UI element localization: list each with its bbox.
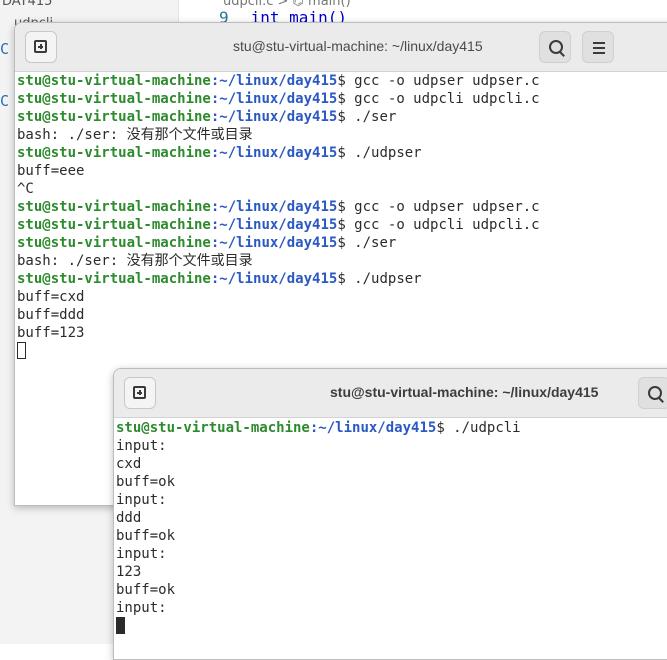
output-line: bash: ./ser: 没有那个文件或目录 [17, 126, 667, 144]
terminal-titlebar[interactable]: stu@stu-virtual-machine: ~/linux/day415 [15, 23, 667, 72]
prompt-line: stu@stu-virtual-machine:~/linux/day415$ … [17, 198, 667, 216]
output-text: cxd [116, 456, 142, 472]
output-line: ^C [17, 180, 667, 198]
text-cursor [17, 342, 26, 359]
output-text: input: [116, 546, 167, 562]
output-line: ddd [116, 509, 667, 527]
terminal-output[interactable]: stu@stu-virtual-machine:~/linux/day415$ … [116, 419, 667, 635]
output-text: buff=cxd [17, 289, 85, 305]
output-line: input: [116, 491, 667, 509]
output-text: bash: ./ser: 没有那个文件或目录 [17, 127, 253, 143]
window-title: stu@stu-virtual-machine: ~/linux/day415 [330, 384, 599, 400]
search-button[interactable] [539, 31, 571, 63]
new-tab-button[interactable] [124, 377, 156, 409]
c-file-marker: C [0, 40, 10, 58]
prompt-path: :~/linux/day415 [210, 235, 338, 251]
prompt-path: :~/linux/day415 [210, 145, 338, 161]
hamburger-menu-icon [593, 42, 605, 44]
prompt-line: stu@stu-virtual-machine:~/linux/day415$ … [17, 216, 667, 234]
prompt-user: stu@stu-virtual-machine [17, 235, 211, 251]
output-line: buff=cxd [17, 288, 667, 306]
prompt-user: stu@stu-virtual-machine [17, 271, 211, 287]
prompt-line: stu@stu-virtual-machine:~/linux/day415$ … [17, 144, 667, 162]
output-line: input: [116, 437, 667, 455]
command-text: $ ./ser [337, 109, 397, 125]
output-text: buff=ddd [17, 307, 85, 323]
prompt-user: stu@stu-virtual-machine [17, 91, 211, 107]
prompt-path: :~/linux/day415 [210, 217, 338, 233]
command-text: $ ./ser [337, 235, 397, 251]
command-text: $ gcc -o udpser udpser.c [337, 73, 540, 89]
prompt-user: stu@stu-virtual-machine [17, 145, 211, 161]
prompt-path: :~/linux/day415 [210, 91, 338, 107]
sidebar-folder-label[interactable]: DAY415 [2, 0, 52, 9]
command-text: $ gcc -o udpcli udpcli.c [337, 91, 540, 107]
command-text: $ ./udpser [337, 271, 422, 287]
search-button[interactable] [638, 377, 667, 409]
new-tab-button[interactable] [25, 31, 57, 63]
prompt-path: :~/linux/day415 [210, 73, 338, 89]
output-text: buff=123 [17, 325, 85, 341]
new-tab-icon [133, 386, 146, 399]
prompt-line: stu@stu-virtual-machine:~/linux/day415$ … [116, 419, 667, 437]
output-line: buff=eee [17, 162, 667, 180]
prompt-path: :~/linux/day415 [210, 199, 338, 215]
prompt-line: stu@stu-virtual-machine:~/linux/day415$ … [17, 270, 667, 288]
cursor-line [116, 617, 667, 635]
command-text: $ ./udpser [337, 145, 422, 161]
output-text: ^C [17, 181, 34, 197]
prompt-user: stu@stu-virtual-machine [17, 109, 211, 125]
output-line: buff=ddd [17, 306, 667, 324]
output-line: bash: ./ser: 没有那个文件或目录 [17, 252, 667, 270]
output-text: buff=ok [116, 474, 176, 490]
prompt-line: stu@stu-virtual-machine:~/linux/day415$ … [17, 90, 667, 108]
window-title: stu@stu-virtual-machine: ~/linux/day415 [233, 38, 483, 54]
output-line: buff=ok [116, 581, 667, 599]
output-line: input: [116, 545, 667, 563]
new-tab-icon [34, 40, 47, 53]
prompt-user: stu@stu-virtual-machine [17, 199, 211, 215]
cursor-line [17, 342, 667, 360]
output-line: buff=ok [116, 473, 667, 491]
prompt-path: :~/linux/day415 [210, 109, 338, 125]
prompt-user: stu@stu-virtual-machine [116, 420, 310, 436]
output-text: 123 [116, 564, 142, 580]
client-terminal-window[interactable]: stu@stu-virtual-machine: ~/linux/day415 … [113, 368, 667, 660]
command-text: $ ./udpcli [436, 420, 521, 436]
output-line: buff=123 [17, 324, 667, 342]
command-text: $ gcc -o udpcli udpcli.c [337, 217, 540, 233]
text-cursor [116, 617, 125, 634]
prompt-user: stu@stu-virtual-machine [17, 217, 211, 233]
prompt-user: stu@stu-virtual-machine [17, 73, 211, 89]
terminal-output[interactable]: stu@stu-virtual-machine:~/linux/day415$ … [17, 72, 667, 360]
terminal-titlebar[interactable]: stu@stu-virtual-machine: ~/linux/day415 [114, 369, 667, 418]
prompt-line: stu@stu-virtual-machine:~/linux/day415$ … [17, 72, 667, 90]
prompt-line: stu@stu-virtual-machine:~/linux/day415$ … [17, 234, 667, 252]
output-text: input: [116, 492, 167, 508]
output-line: buff=ok [116, 527, 667, 545]
prompt-path: :~/linux/day415 [210, 271, 338, 287]
command-text: $ gcc -o udpser udpser.c [337, 199, 540, 215]
prompt-line: stu@stu-virtual-machine:~/linux/day415$ … [17, 108, 667, 126]
c-file-marker: C [0, 92, 10, 110]
output-line: input: [116, 599, 667, 617]
output-text: ddd [116, 510, 142, 526]
menu-button[interactable] [582, 31, 614, 63]
prompt-path: :~/linux/day415 [309, 420, 437, 436]
output-text: buff=ok [116, 528, 176, 544]
output-text: input: [116, 438, 167, 454]
output-text: buff=ok [116, 582, 176, 598]
output-text: buff=eee [17, 163, 85, 179]
output-line: cxd [116, 455, 667, 473]
output-text: bash: ./ser: 没有那个文件或目录 [17, 253, 253, 269]
output-line: 123 [116, 563, 667, 581]
output-text: input: [116, 600, 167, 616]
